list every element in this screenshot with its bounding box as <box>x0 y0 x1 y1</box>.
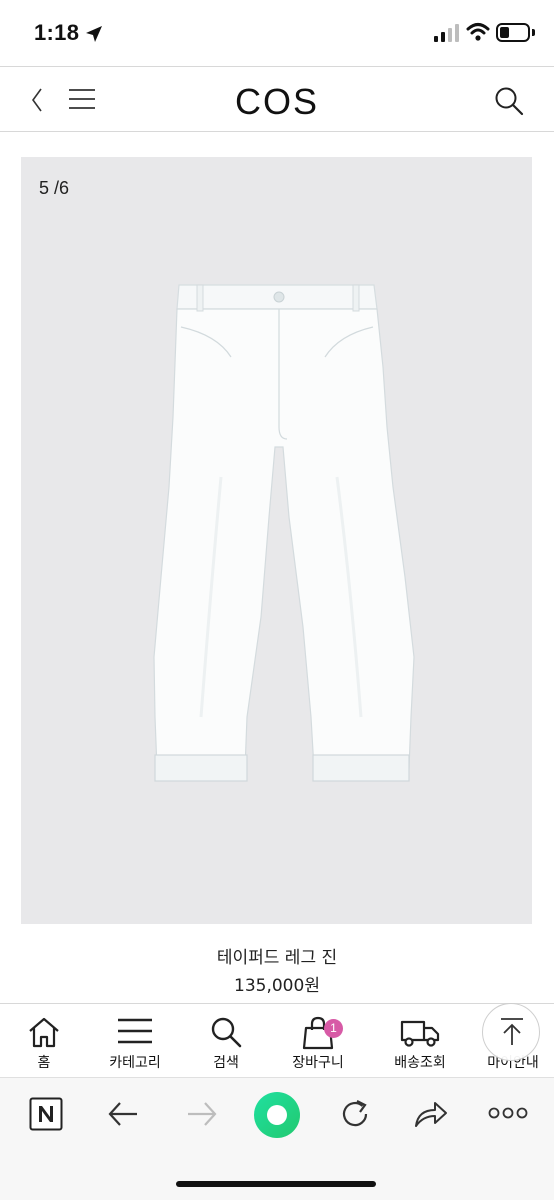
arrow-up-icon <box>501 1018 523 1045</box>
nav-category[interactable]: 카테고리 <box>94 1004 176 1078</box>
cellular-signal-icon <box>434 24 459 42</box>
menu-lines-icon <box>118 1018 152 1044</box>
search-icon <box>211 1017 242 1048</box>
nav-label-search: 검색 <box>213 1055 239 1071</box>
more-icon[interactable] <box>488 1106 528 1120</box>
jeans-photo <box>153 284 415 782</box>
nav-cart[interactable]: 장바구니 <box>278 1004 358 1078</box>
forward-arrow-icon[interactable] <box>186 1099 218 1129</box>
wifi-icon <box>466 23 490 41</box>
battery-icon <box>496 23 530 42</box>
product-name: 테이퍼드 레그 진 <box>216 948 338 968</box>
scroll-top-button[interactable] <box>482 1003 540 1061</box>
cart-count-badge: 1 <box>324 1019 343 1038</box>
green-dot-icon[interactable] <box>253 1091 301 1139</box>
home-icon <box>29 1017 59 1048</box>
share-icon[interactable] <box>413 1098 449 1130</box>
nav-home[interactable]: 홈 <box>14 1004 74 1078</box>
status-bar: 1:18 <box>0 0 554 66</box>
nav-label-home: 홈 <box>37 1055 51 1071</box>
reload-icon[interactable] <box>338 1097 372 1131</box>
site-bottom-nav: 홈 카테고리 검색 장바구니 1 배송조회 마이안내 <box>0 1003 554 1077</box>
brand-logo[interactable]: COS <box>0 81 554 123</box>
nav-label-category: 카테고리 <box>109 1055 161 1071</box>
search-icon[interactable] <box>494 86 524 116</box>
battery-cap <box>532 29 535 36</box>
site-header: COS <box>0 66 554 132</box>
product-image[interactable]: 5 /6 <box>21 157 532 924</box>
product-price: 135,000원 <box>234 976 320 996</box>
delivery-truck-icon <box>400 1020 440 1047</box>
location-arrow-icon <box>86 26 102 42</box>
nav-delivery[interactable]: 배송조회 <box>378 1004 462 1078</box>
home-indicator <box>176 1181 376 1187</box>
back-arrow-icon[interactable] <box>107 1099 139 1129</box>
nav-search[interactable]: 검색 <box>196 1004 256 1078</box>
status-time: 1:18 <box>34 20 80 45</box>
nav-label-cart: 장바구니 <box>292 1055 344 1071</box>
nav-label-delivery: 배송조회 <box>394 1055 446 1071</box>
naver-n-icon[interactable] <box>29 1097 63 1131</box>
